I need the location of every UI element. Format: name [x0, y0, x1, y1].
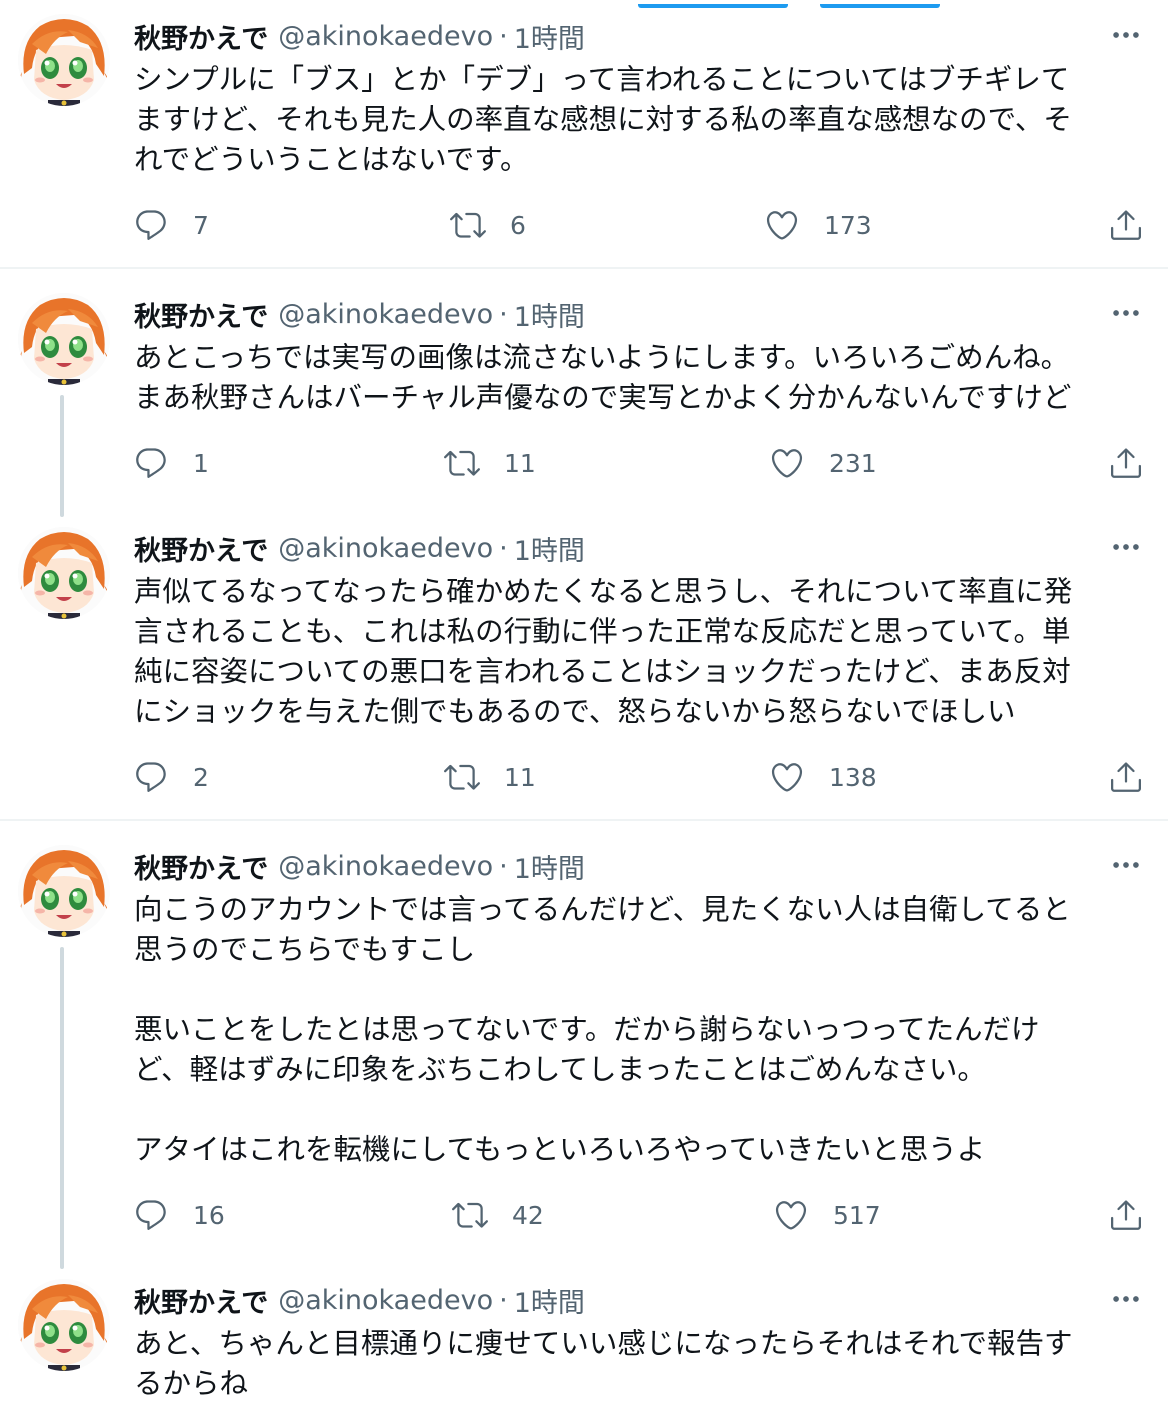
reply-icon — [133, 445, 169, 481]
display-name[interactable]: 秋野かえで — [134, 529, 268, 568]
display-name[interactable]: 秋野かえで — [134, 295, 268, 334]
more-horizontal-icon — [1109, 848, 1143, 882]
user-handle[interactable]: @akinokaedevo — [278, 851, 493, 882]
more-options-button[interactable] — [1106, 532, 1146, 562]
tweet-text: あとこっちでは実写の画像は流さないようにします。いろいろごめんね。 まあ秋野さん… — [134, 341, 1072, 414]
avatar[interactable] — [18, 845, 110, 937]
tweet-header: 秋野かえで @akinokaedevo · 1時間 — [134, 16, 585, 56]
separator-dot: · — [499, 20, 508, 52]
clipped-links-top — [0, 0, 1168, 8]
retweet-button[interactable]: 11 — [444, 441, 536, 485]
timestamp[interactable]: 1時間 — [514, 529, 585, 568]
tweet-text: 声似てるなってなったら確かめたくなると思うし、それについて率直に発 言されること… — [134, 575, 1073, 728]
like-button[interactable]: 138 — [769, 755, 877, 799]
timestamp[interactable]: 1時間 — [514, 847, 585, 886]
tweet-header: 秋野かえで @akinokaedevo · 1時間 — [134, 1280, 585, 1320]
like-button[interactable]: 517 — [773, 1193, 881, 1237]
timestamp[interactable]: 1時間 — [514, 17, 585, 56]
reply-count: 1 — [193, 448, 209, 478]
tweet-actions: 1 11 231 — [0, 441, 1168, 485]
user-handle[interactable]: @akinokaedevo — [278, 299, 493, 330]
tweet-actions: 16 42 517 — [0, 1193, 1168, 1237]
retweet-count: 6 — [510, 210, 526, 240]
heart-icon — [769, 759, 805, 795]
reply-button[interactable]: 7 — [133, 203, 209, 247]
like-button[interactable]: 173 — [764, 203, 872, 247]
share-button[interactable] — [1108, 441, 1144, 485]
retweet-count: 11 — [504, 448, 536, 478]
user-handle[interactable]: @akinokaedevo — [278, 1285, 493, 1316]
more-options-button[interactable] — [1106, 20, 1146, 50]
share-button[interactable] — [1108, 755, 1144, 799]
retweet-icon — [444, 759, 480, 795]
reply-count: 7 — [193, 210, 209, 240]
user-handle[interactable]: @akinokaedevo — [278, 21, 493, 52]
reply-button[interactable]: 1 — [133, 441, 209, 485]
separator-dot: · — [499, 850, 508, 882]
user-handle[interactable]: @akinokaedevo — [278, 533, 493, 564]
retweet-icon — [450, 207, 486, 243]
timestamp[interactable]: 1時間 — [514, 295, 585, 334]
like-count: 517 — [833, 1200, 881, 1230]
retweet-count: 42 — [512, 1200, 544, 1230]
tweet-text: あと、ちゃんと目標通りに痩せていい感じになったらそれはそれで報告す るからね — [134, 1327, 1073, 1400]
share-icon — [1108, 1197, 1144, 1233]
separator-dot: · — [499, 1284, 508, 1316]
more-options-button[interactable] — [1106, 1284, 1146, 1314]
timestamp[interactable]: 1時間 — [514, 1281, 585, 1320]
share-icon — [1108, 207, 1144, 243]
retweet-count: 11 — [504, 762, 536, 792]
tweet-header: 秋野かえで @akinokaedevo · 1時間 — [134, 294, 585, 334]
tweet-divider — [0, 267, 1168, 269]
separator-dot: · — [499, 532, 508, 564]
avatar[interactable] — [18, 293, 110, 385]
reply-count: 16 — [193, 1200, 225, 1230]
retweet-button[interactable]: 11 — [444, 755, 536, 799]
like-count: 138 — [829, 762, 877, 792]
retweet-icon — [444, 445, 480, 481]
reply-button[interactable]: 2 — [133, 755, 209, 799]
avatar[interactable] — [18, 527, 110, 619]
tweet-text: 向こうのアカウントでは言ってるんだけど、見たくない人は自衛してると 思うのでこち… — [134, 893, 1071, 1166]
heart-icon — [773, 1197, 809, 1233]
heart-icon — [764, 207, 800, 243]
reply-button[interactable]: 16 — [133, 1193, 225, 1237]
display-name[interactable]: 秋野かえで — [134, 1281, 268, 1320]
share-button[interactable] — [1108, 203, 1144, 247]
tweet-text: シンプルに「ブス」とか「デブ」って言われることについてはブチギレて ますけど、そ… — [134, 63, 1072, 176]
reply-icon — [133, 207, 169, 243]
tweet-actions: 7 6 173 — [0, 203, 1168, 247]
retweet-icon — [452, 1197, 488, 1233]
tweet-header: 秋野かえで @akinokaedevo · 1時間 — [134, 846, 585, 886]
more-horizontal-icon — [1109, 18, 1143, 52]
more-horizontal-icon — [1109, 296, 1143, 330]
like-count: 231 — [829, 448, 877, 478]
display-name[interactable]: 秋野かえで — [134, 17, 268, 56]
share-icon — [1108, 445, 1144, 481]
avatar[interactable] — [18, 14, 110, 106]
more-options-button[interactable] — [1106, 298, 1146, 328]
reply-count: 2 — [193, 762, 209, 792]
more-options-button[interactable] — [1106, 850, 1146, 880]
retweet-button[interactable]: 42 — [452, 1193, 544, 1237]
clipped-link-underline — [638, 0, 788, 8]
reply-icon — [133, 759, 169, 795]
retweet-button[interactable]: 6 — [450, 203, 526, 247]
avatar[interactable] — [18, 1279, 110, 1371]
like-button[interactable]: 231 — [769, 441, 877, 485]
share-icon — [1108, 759, 1144, 795]
like-count: 173 — [824, 210, 872, 240]
heart-icon — [769, 445, 805, 481]
clipped-link-underline — [820, 0, 940, 8]
share-button[interactable] — [1108, 1193, 1144, 1237]
tweet-divider — [0, 819, 1168, 821]
separator-dot: · — [499, 298, 508, 330]
tweet-header: 秋野かえで @akinokaedevo · 1時間 — [134, 528, 585, 568]
reply-icon — [133, 1197, 169, 1233]
more-horizontal-icon — [1109, 530, 1143, 564]
tweet-actions: 2 11 138 — [0, 755, 1168, 799]
more-horizontal-icon — [1109, 1282, 1143, 1316]
display-name[interactable]: 秋野かえで — [134, 847, 268, 886]
